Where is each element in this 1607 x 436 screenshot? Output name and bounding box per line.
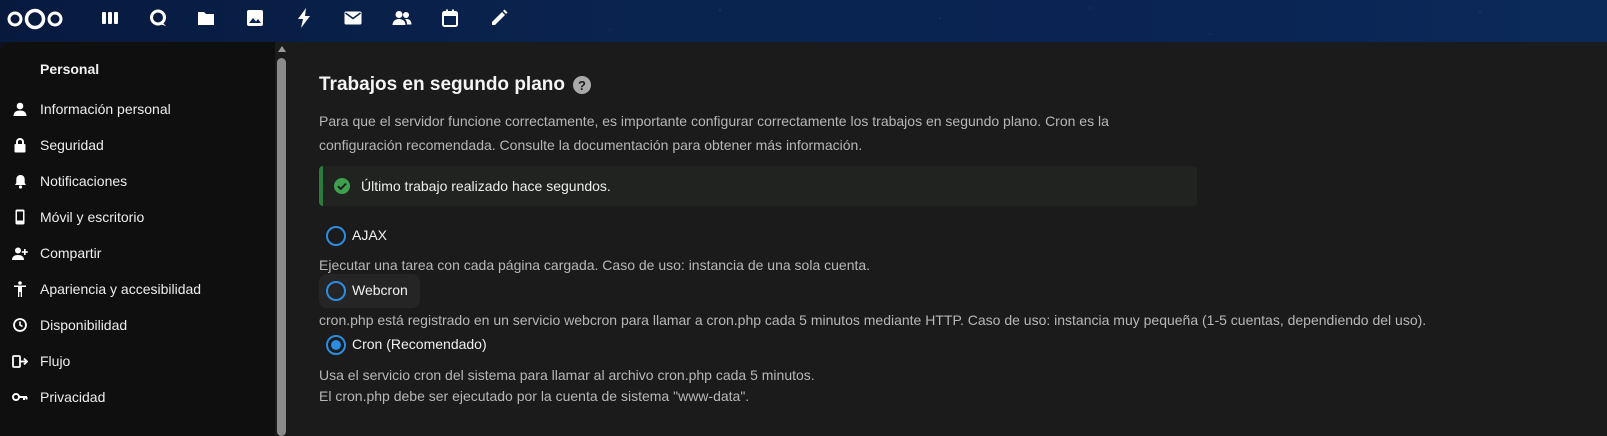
sidebar-caption: Personal xyxy=(40,61,100,77)
sidebar-item-label: Flujo xyxy=(40,353,71,369)
radio-unchecked-icon[interactable] xyxy=(326,281,346,301)
radio-dot xyxy=(331,340,341,350)
settings-sidebar: Personal Información personal Seguridad … xyxy=(0,42,275,436)
sidebar-item-mobile-desktop[interactable]: Móvil y escritorio xyxy=(0,200,275,234)
option-hint: Usa el servicio cron del sistema para ll… xyxy=(319,367,815,383)
radio-label: Webcron xyxy=(352,282,408,298)
clock-icon xyxy=(12,317,28,333)
sidebar-item-availability[interactable]: Disponibilidad xyxy=(0,308,275,342)
option-hint: Ejecutar una tarea con cada página carga… xyxy=(319,257,871,273)
section-description: Para que el servidor funcione correctame… xyxy=(319,109,1189,157)
phone-icon xyxy=(12,209,28,225)
notice-message: Último trabajo realizado hace segundos. xyxy=(361,178,611,194)
sidebar-scrollbar[interactable] xyxy=(276,42,288,436)
help-icon[interactable]: ? xyxy=(573,76,591,94)
key-icon xyxy=(12,389,28,405)
sidebar-item-label: Notificaciones xyxy=(40,173,128,189)
description-line: configuración recomendada. Consulte la d… xyxy=(319,137,863,153)
sidebar-item-label: Información personal xyxy=(40,101,171,117)
mail-icon[interactable] xyxy=(340,5,366,31)
option-hint: El cron.php debe ser ejecutado por la cu… xyxy=(319,388,750,404)
sidebar-item-appearance[interactable]: Apariencia y accesibilidad xyxy=(0,272,275,306)
scroll-thumb[interactable] xyxy=(277,58,286,436)
bell-icon xyxy=(12,173,28,189)
main-panel: Personal Información personal Seguridad … xyxy=(0,42,1607,436)
flow-icon xyxy=(12,353,28,369)
sidebar-item-label: Compartir xyxy=(40,245,102,261)
sidebar-item-label: Móvil y escritorio xyxy=(40,209,145,225)
contacts-icon[interactable] xyxy=(389,5,415,31)
sidebar-item-flow[interactable]: Flujo xyxy=(0,344,275,378)
radio-webcron[interactable]: Webcron xyxy=(319,274,420,308)
sidebar-item-notifications[interactable]: Notificaciones xyxy=(0,164,275,198)
sidebar-item-sharing[interactable]: Compartir xyxy=(0,236,275,270)
radio-ajax[interactable]: AJAX xyxy=(319,219,394,253)
last-job-notice: Último trabajo realizado hace segundos. xyxy=(319,166,1197,206)
sidebar-item-label: Seguridad xyxy=(40,137,104,153)
person-icon xyxy=(12,101,28,117)
dashboard-icon[interactable] xyxy=(97,5,123,31)
scroll-up-arrow-icon[interactable] xyxy=(278,46,286,52)
photos-icon[interactable] xyxy=(242,5,268,31)
activity-icon[interactable] xyxy=(291,5,317,31)
description-line: Para que el servidor funcione correctame… xyxy=(319,113,1109,129)
sidebar-item-label: Privacidad xyxy=(40,389,106,405)
radio-cron[interactable]: Cron (Recomendado) xyxy=(319,328,499,362)
option-hint: cron.php está registrado en un servicio … xyxy=(319,312,1427,328)
accessibility-icon xyxy=(12,281,28,297)
radio-unchecked-icon[interactable] xyxy=(326,226,346,246)
radio-label: AJAX xyxy=(352,227,388,243)
sidebar-item-privacy[interactable]: Privacidad xyxy=(0,380,275,414)
sidebar-item-label: Apariencia y accesibilidad xyxy=(40,281,202,297)
notes-edit-icon[interactable] xyxy=(486,5,512,31)
calendar-icon[interactable] xyxy=(437,5,463,31)
radio-label: Cron (Recomendado) xyxy=(352,336,487,352)
lock-icon xyxy=(12,137,28,153)
sidebar-item-label: Disponibilidad xyxy=(40,317,128,333)
sidebar-item-security[interactable]: Seguridad xyxy=(0,128,275,162)
radio-checked-icon[interactable] xyxy=(326,335,346,355)
talk-icon[interactable] xyxy=(145,5,171,31)
page-title: Trabajos en segundo plano xyxy=(319,74,565,95)
top-header xyxy=(0,0,1607,42)
sidebar-item-personal-info[interactable]: Información personal xyxy=(0,92,275,126)
check-circle-icon xyxy=(334,178,350,194)
files-icon[interactable] xyxy=(193,5,219,31)
nextcloud-logo[interactable] xyxy=(6,8,64,30)
share-person-icon xyxy=(12,245,28,261)
